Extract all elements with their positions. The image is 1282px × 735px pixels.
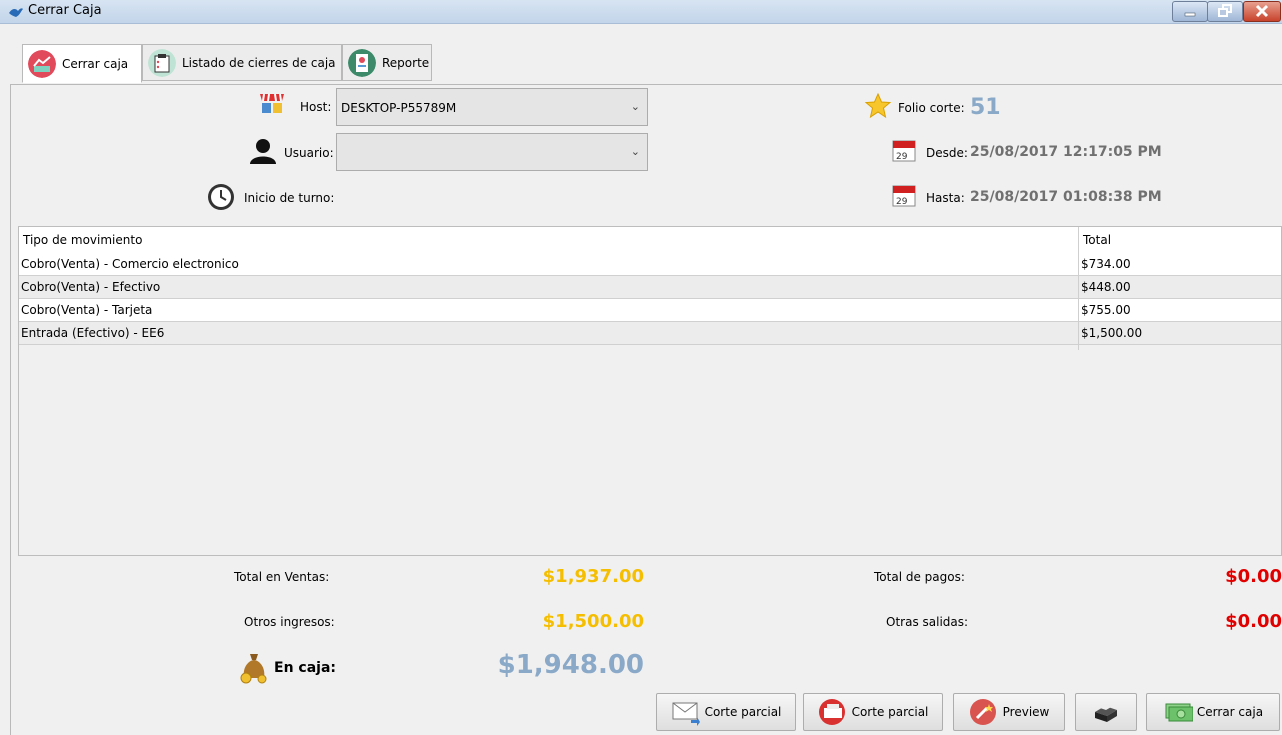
tab-cerrar-caja[interactable]: Cerrar caja (22, 44, 142, 83)
row-total: $734.00 (1081, 257, 1131, 271)
cash-icon (1165, 703, 1193, 722)
column-header-total[interactable]: Total (1083, 233, 1111, 247)
button-label: Preview (1002, 705, 1050, 719)
host-value: DESKTOP-P55789M (341, 101, 457, 115)
inicio-turno-label: Inicio de turno: (244, 191, 335, 205)
user-icon (250, 139, 276, 164)
total-pagos-value: $0.00 (1225, 566, 1282, 587)
usuario-label: Usuario: (284, 146, 334, 160)
otros-ingresos-label: Otros ingresos: (244, 615, 335, 629)
tab-listado[interactable]: Listado de cierres de caja (142, 44, 342, 81)
magic-wand-icon (969, 699, 996, 725)
chevron-down-icon: ⌄ (630, 145, 640, 158)
chart-icon (28, 49, 56, 78)
usuario-select[interactable]: ⌄ (336, 133, 648, 171)
svg-text:29: 29 (896, 152, 908, 162)
row-total: $755.00 (1081, 303, 1131, 317)
button-label: Corte parcial (704, 705, 782, 719)
host-label: Host: (300, 100, 332, 114)
minimize-button[interactable] (1172, 1, 1208, 22)
money-bag-icon (240, 654, 267, 684)
clock-icon (208, 184, 234, 210)
tab-label: Listado de cierres de caja (182, 55, 336, 70)
desde-label: Desde: (926, 146, 968, 160)
table-header: Tipo de movimiento Total (19, 227, 1281, 254)
en-caja-label: En caja: (274, 660, 336, 676)
movements-table[interactable]: Tipo de movimiento Total Cobro(Venta) - … (18, 226, 1282, 556)
otras-salidas-label: Otras salidas: (886, 615, 969, 629)
cerrar-caja-button[interactable]: Cerrar caja (1146, 693, 1280, 731)
button-label: Corte parcial (851, 705, 929, 719)
row-total: $1,500.00 (1081, 326, 1143, 340)
column-header-tipo[interactable]: Tipo de movimiento (23, 233, 142, 247)
restore-button[interactable] (1207, 1, 1243, 22)
total-ventas-value: $1,937.00 (542, 566, 644, 587)
tab-label: Cerrar caja (62, 56, 129, 71)
chevron-down-icon: ⌄ (630, 100, 640, 113)
total-ventas-label: Total en Ventas: (234, 570, 330, 584)
hasta-value: 25/08/2017 01:08:38 PM (970, 189, 1162, 205)
svg-text:29: 29 (896, 197, 908, 207)
minimize-icon (1184, 12, 1196, 17)
clipboard-icon (148, 48, 176, 77)
calendar-icon: 29 (892, 185, 916, 207)
preview-button[interactable]: Preview (953, 693, 1065, 731)
window-title: Cerrar Caja (28, 3, 102, 18)
calendar-icon: 29 (892, 140, 916, 162)
print-button[interactable] (1075, 693, 1137, 731)
row-tipo: Cobro(Venta) - Tarjeta (21, 303, 153, 317)
button-label: Cerrar caja (1196, 705, 1264, 719)
en-caja-value: $1,948.00 (497, 650, 644, 680)
close-icon (1255, 4, 1269, 18)
otras-salidas-value: $0.00 (1225, 611, 1282, 632)
report-icon (348, 48, 376, 77)
total-pagos-label: Total de pagos: (874, 570, 965, 584)
app-bird-icon (9, 8, 23, 17)
folio-label: Folio corte: (898, 101, 965, 115)
table-row[interactable]: Cobro(Venta) - Comercio electronico $734… (19, 253, 1281, 276)
row-total: $448.00 (1081, 280, 1131, 294)
table-row[interactable]: Cobro(Venta) - Efectivo $448.00 (19, 276, 1281, 299)
table-row[interactable]: Cobro(Venta) - Tarjeta $755.00 (19, 299, 1281, 322)
email-icon (672, 702, 700, 726)
desde-value: 25/08/2017 12:17:05 PM (970, 144, 1162, 160)
otros-ingresos-value: $1,500.00 (542, 611, 644, 632)
folio-value: 51 (970, 95, 1001, 120)
title-bar: Cerrar Caja (0, 0, 1282, 24)
tab-reporte[interactable]: Reporte (342, 44, 432, 81)
store-icon (260, 93, 284, 113)
row-tipo: Cobro(Venta) - Comercio electronico (21, 257, 239, 271)
restore-icon (1218, 4, 1232, 17)
corte-parcial-print-button[interactable]: Corte parcial (803, 693, 943, 731)
row-tipo: Cobro(Venta) - Efectivo (21, 280, 161, 294)
column-divider (1078, 227, 1079, 350)
tab-label: Reporte (382, 55, 430, 70)
printer-icon (818, 699, 845, 725)
close-button[interactable] (1243, 1, 1281, 22)
star-icon (864, 92, 892, 119)
row-tipo: Entrada (Efectivo) - EE6 (21, 326, 165, 340)
printer-icon (1095, 704, 1117, 722)
corte-parcial-email-button[interactable]: Corte parcial (656, 693, 796, 731)
table-row[interactable]: Entrada (Efectivo) - EE6 $1,500.00 (19, 322, 1281, 345)
host-select[interactable]: DESKTOP-P55789M ⌄ (336, 88, 648, 126)
hasta-label: Hasta: (926, 191, 965, 205)
